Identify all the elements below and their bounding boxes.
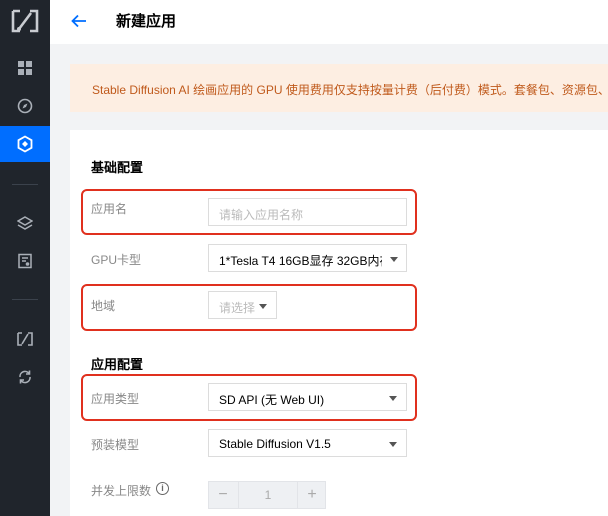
back-button[interactable] xyxy=(66,9,92,33)
billing-notice-text: Stable Diffusion AI 绘画应用的 GPU 使用费用仅支持按量计… xyxy=(92,83,608,97)
app-type-label: 应用类型 xyxy=(91,392,140,406)
info-icon[interactable]: i xyxy=(156,482,169,495)
model-value: Stable Diffusion V1.5 xyxy=(219,437,331,451)
app-section-title: 应用配置 xyxy=(91,357,144,372)
chevron-down-icon xyxy=(389,396,397,401)
gpu-select-value: 1*Tesla T4 16GB显存 32GB内存 xyxy=(219,254,382,268)
storage-icon[interactable] xyxy=(0,243,50,279)
app-name-input[interactable]: 请输入应用名称 xyxy=(208,198,407,226)
increment-button[interactable]: + xyxy=(298,482,326,508)
app-type-value: SD API (无 Web UI) xyxy=(219,393,325,407)
page-title: 新建应用 xyxy=(116,13,177,30)
app-name-placeholder: 请输入应用名称 xyxy=(219,208,304,222)
app-type-select[interactable]: SD API (无 Web UI) xyxy=(208,383,407,411)
basic-section-title: 基础配置 xyxy=(91,160,144,175)
sidebar xyxy=(0,0,50,516)
logo-icon[interactable] xyxy=(0,1,50,41)
concurrency-stepper[interactable]: − 1 + xyxy=(208,481,326,509)
region-placeholder: 请选择 xyxy=(219,301,256,315)
cloud-studio-icon[interactable] xyxy=(0,321,50,357)
dashboard-icon[interactable] xyxy=(0,50,50,86)
chevron-down-icon xyxy=(389,442,397,447)
compass-icon[interactable] xyxy=(0,88,50,124)
region-select[interactable]: 请选择 xyxy=(208,291,277,319)
model-select[interactable]: Stable Diffusion V1.5 xyxy=(208,429,407,457)
sidebar-divider xyxy=(12,299,38,300)
back-arrow-icon xyxy=(71,14,86,28)
chevron-down-icon xyxy=(259,304,267,309)
concurrency-value[interactable]: 1 xyxy=(238,482,298,508)
region-label: 地域 xyxy=(91,299,116,313)
billing-notice: Stable Diffusion AI 绘画应用的 GPU 使用费用仅支持按量计… xyxy=(70,64,608,112)
form-card xyxy=(70,130,608,516)
model-label: 预装模型 xyxy=(91,438,140,452)
gpu-select[interactable]: 1*Tesla T4 16GB显存 32GB内存 xyxy=(208,244,407,272)
sidebar-divider xyxy=(12,184,38,185)
decrement-button[interactable]: − xyxy=(209,482,237,508)
layers-icon[interactable] xyxy=(0,205,50,241)
chevron-down-icon xyxy=(390,257,398,262)
app-icon[interactable] xyxy=(0,126,50,162)
sync-icon[interactable] xyxy=(0,359,50,395)
app-name-label: 应用名 xyxy=(91,202,128,216)
page-header: 新建应用 xyxy=(50,0,608,44)
gpu-label: GPU卡型 xyxy=(91,253,142,267)
concurrency-label: 并发上限数 xyxy=(91,484,152,498)
